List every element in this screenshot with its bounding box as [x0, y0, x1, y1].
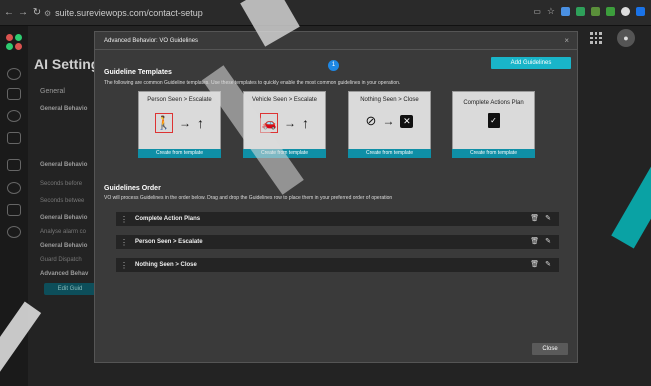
template-card-person[interactable]: Person Seen > Escalate 🚶 → ↑: [138, 91, 221, 157]
shield-icon[interactable]: [7, 182, 21, 194]
edit-icon[interactable]: ✎: [545, 214, 551, 222]
user-avatar[interactable]: ●: [617, 29, 635, 47]
settings-row: General Behavio: [40, 162, 88, 168]
tab-general[interactable]: General: [40, 88, 65, 95]
address-bar[interactable]: ⚙ suite.sureviewops.com/contact-setup: [44, 5, 564, 21]
arrow-right-icon: →: [179, 116, 191, 130]
app-launcher-icon[interactable]: [590, 32, 602, 44]
template-card-actions-plan[interactable]: Complete Actions Plan ✓: [452, 91, 535, 157]
guideline-label: Person Seen > Escalate: [135, 239, 203, 245]
guideline-row[interactable]: ⋮ Nothing Seen > Close 🗑 ✎: [116, 258, 559, 272]
delete-icon[interactable]: 🗑: [530, 237, 539, 245]
settings-row: Seconds betwee: [40, 198, 85, 204]
add-guidelines-button[interactable]: Add Guidelines: [491, 57, 571, 69]
edit-guidelines-button[interactable]: Edit Guid: [44, 283, 96, 295]
building-icon[interactable]: [7, 88, 21, 100]
delete-icon[interactable]: 🗑: [530, 214, 539, 222]
drag-handle-icon[interactable]: ⋮: [119, 261, 129, 270]
app-logo: [6, 34, 22, 50]
settings-row: Advanced Behav: [40, 271, 89, 277]
arrow-up-icon: ↑: [197, 115, 204, 131]
order-title: Guidelines Order: [104, 185, 161, 192]
settings-row: General Behavio: [40, 215, 88, 221]
create-from-template-button[interactable]: Create from template: [452, 149, 535, 158]
modal-header: Advanced Behavior: VO Guidelines ×: [95, 32, 577, 50]
clipboard-check-icon: ✓: [487, 113, 500, 128]
bookmark-star-icon[interactable]: ☆: [547, 6, 555, 17]
arrow-right-icon: →: [284, 116, 296, 130]
templates-title: Guideline Templates: [104, 69, 172, 76]
camera-grid-icon[interactable]: [7, 159, 21, 171]
dashboard-icon[interactable]: [7, 68, 21, 80]
person-walking-icon: 🚶: [155, 113, 173, 133]
forward-icon[interactable]: →: [16, 7, 30, 18]
order-description: VO will process Guidelines in the order …: [104, 195, 393, 201]
settings-row: Analyse alarm co: [40, 229, 87, 235]
extension-icon[interactable]: [561, 7, 570, 16]
drag-handle-icon[interactable]: ⋮: [119, 238, 129, 247]
users-icon[interactable]: [7, 110, 21, 122]
guideline-row[interactable]: ⋮ Complete Action Plans 🗑 ✎: [116, 212, 559, 226]
guideline-label: Complete Action Plans: [135, 216, 201, 222]
back-icon[interactable]: ←: [2, 7, 16, 18]
page-title: AI Setting: [34, 56, 100, 72]
screen-icon[interactable]: ▭: [533, 7, 541, 16]
extension-icon[interactable]: [576, 7, 585, 16]
site-info-icon[interactable]: ⚙: [44, 9, 51, 18]
guideline-row[interactable]: ⋮ Person Seen > Escalate 🗑 ✎: [116, 235, 559, 249]
extension-icon[interactable]: [636, 7, 645, 16]
drag-handle-icon[interactable]: ⋮: [119, 215, 129, 224]
close-box-icon: ✕: [400, 114, 414, 128]
settings-row: General Behavio: [40, 243, 88, 249]
template-title: Person Seen > Escalate: [147, 97, 212, 103]
guidelines-modal: Advanced Behavior: VO Guidelines × 1 Add…: [94, 31, 578, 363]
profile-icon[interactable]: [621, 7, 630, 16]
document-icon[interactable]: [7, 132, 21, 144]
edit-icon[interactable]: ✎: [545, 260, 551, 268]
template-title: Nothing Seen > Close: [360, 97, 419, 103]
settings-gear-icon[interactable]: [7, 226, 21, 238]
extension-icon[interactable]: [606, 7, 615, 16]
template-card-nothing[interactable]: Nothing Seen > Close ⊘ → ✕: [348, 91, 431, 157]
reload-icon[interactable]: ↻: [30, 7, 44, 18]
arrow-right-icon: →: [382, 114, 395, 128]
edit-icon[interactable]: ✎: [545, 237, 551, 245]
step-badge: 1: [328, 60, 339, 71]
guideline-label: Nothing Seen > Close: [135, 262, 197, 268]
create-from-template-button[interactable]: Create from template: [348, 149, 431, 158]
extension-icon[interactable]: [591, 7, 600, 16]
modal-title: Advanced Behavior: VO Guidelines: [104, 37, 199, 44]
monitor-icon[interactable]: [7, 204, 21, 216]
settings-row: General Behavio: [40, 106, 88, 112]
settings-row: Guard Dispatch: [40, 257, 82, 263]
create-from-template-button[interactable]: Create from template: [138, 149, 221, 158]
template-title: Complete Actions Plan: [463, 100, 524, 106]
close-button[interactable]: Close: [532, 343, 568, 355]
close-icon[interactable]: ×: [564, 36, 569, 45]
arrow-up-icon: ↑: [302, 115, 309, 131]
person-off-icon: ⊘: [365, 113, 377, 128]
browser-toolbar: ← → ↻ ⚙ suite.sureviewops.com/contact-se…: [0, 0, 651, 26]
template-title: Vehicle Seen > Escalate: [252, 97, 317, 103]
settings-row: Seconds before: [40, 181, 83, 187]
url-text: suite.sureviewops.com/contact-setup: [55, 8, 203, 18]
templates-description: The following are common Guideline templ…: [104, 80, 401, 86]
delete-icon[interactable]: 🗑: [530, 260, 539, 268]
